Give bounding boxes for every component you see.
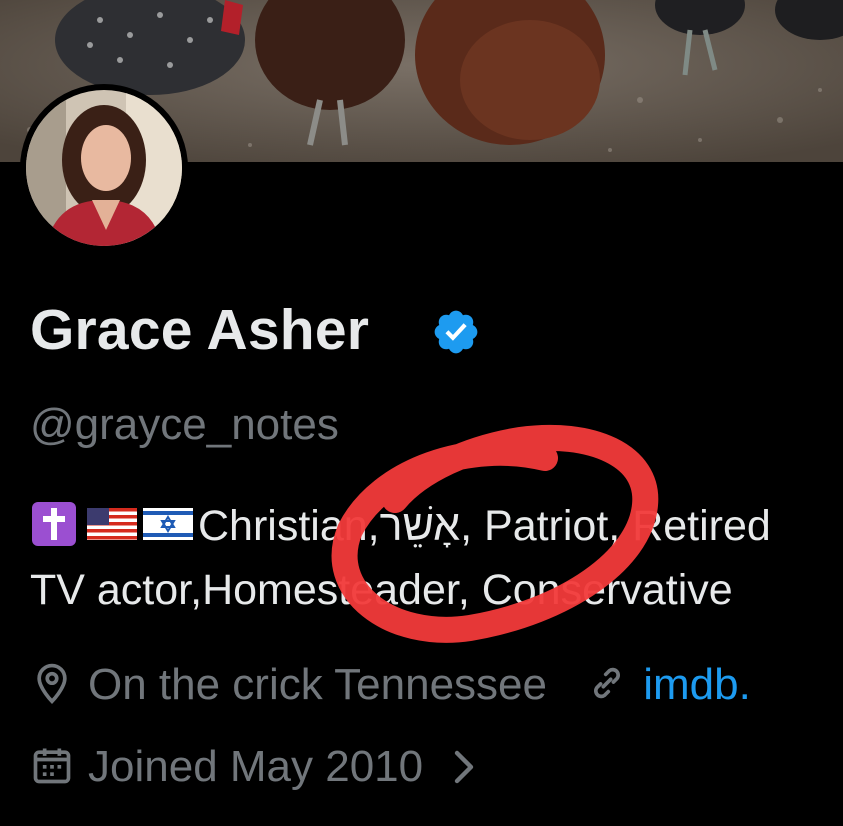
joined-date-text: Joined May 2010 xyxy=(88,742,424,791)
us-flag-emoji xyxy=(87,508,137,540)
chevron-right-icon[interactable] xyxy=(449,747,479,787)
bio-line-2: TV actor,Homesteader, Conservative xyxy=(30,566,733,614)
latin-cross-emoji xyxy=(32,502,76,546)
profile-meta-location-row: On the crick Tennessee imdb. xyxy=(30,660,751,710)
profile-avatar[interactable] xyxy=(20,84,188,252)
calendar-icon xyxy=(33,748,71,784)
profile-display-name: Grace Asher xyxy=(30,298,370,362)
avatar-image xyxy=(26,90,182,246)
profile-bio: Christian,אָשֵׁר, Patriot, Retired TV ac… xyxy=(30,494,843,622)
profile-meta-joined-row: Joined May 2010 xyxy=(30,742,479,792)
verified-badge-icon[interactable] xyxy=(431,307,481,357)
location-text: On the crick Tennessee xyxy=(88,660,547,709)
location-pin-icon xyxy=(37,663,67,704)
israel-flag-emoji xyxy=(143,508,193,540)
bio-line-1: Christian,אָשֵׁר, Patriot, Retired xyxy=(30,494,843,558)
link-icon xyxy=(594,667,621,699)
profile-handle: @grayce_notes xyxy=(30,400,339,449)
website-link[interactable]: imdb. xyxy=(643,660,751,709)
bio-text-line-1: Christian,אָשֵׁר, Patriot, Retired xyxy=(198,502,771,550)
